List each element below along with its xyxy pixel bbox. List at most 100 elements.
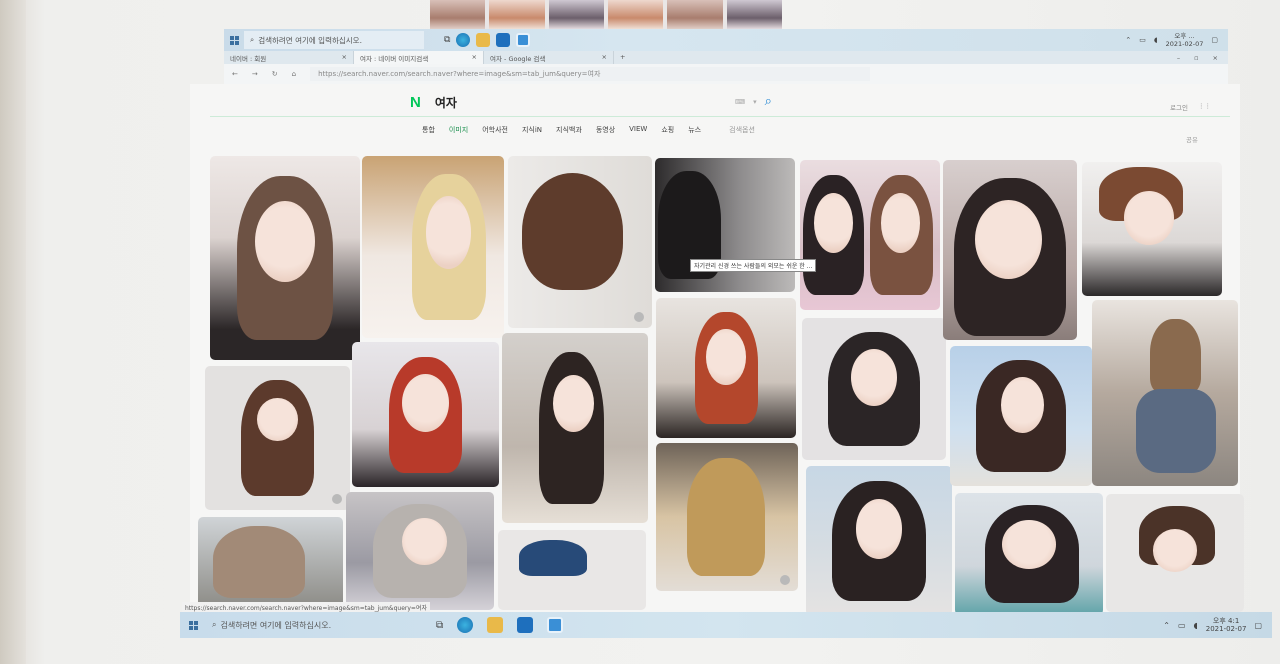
image-result[interactable]: [802, 318, 946, 460]
thumbnail-strip: [430, 0, 782, 30]
task-view-icon[interactable]: ⧉: [436, 620, 443, 631]
image-result[interactable]: [498, 530, 646, 610]
notification-icon[interactable]: ▢: [1211, 36, 1218, 44]
taskbar-top: ⌕ 검색하려면 여기에 입력하십시오. ⧉ ⌃ ▭ ◖ 오후 ... 2021-…: [224, 29, 1228, 51]
tab-dictionary[interactable]: 어학사전: [482, 125, 508, 135]
tab-encyclopedia[interactable]: 지식백과: [556, 125, 582, 135]
search-query-input[interactable]: 여자: [435, 94, 457, 111]
paper-edge: [0, 0, 26, 664]
tab-active[interactable]: 여자 : 네이버 이미지검색 ×: [354, 51, 484, 64]
task-view-icon[interactable]: ⧉: [444, 35, 450, 45]
tab[interactable]: 여자 - Google 검색 ×: [484, 51, 614, 64]
clock-time: 오후 ...: [1174, 32, 1195, 40]
taskbar-search[interactable]: ⌕ 검색하려면 여기에 입력하십시오.: [206, 616, 406, 634]
image-result[interactable]: [502, 333, 648, 523]
search-icon[interactable]: ⌕: [765, 94, 772, 109]
minimize-icon[interactable]: –: [1177, 54, 1180, 62]
keyboard-icon[interactable]: ⌨: [735, 98, 745, 106]
image-result[interactable]: [656, 298, 796, 438]
search-tools: ⌨ ▾ ⌕: [735, 94, 772, 109]
image-result[interactable]: [210, 156, 360, 360]
chevron-up-icon[interactable]: ⌃: [1125, 36, 1131, 44]
close-window-icon[interactable]: ×: [1213, 54, 1218, 62]
store-icon[interactable]: [516, 33, 531, 47]
mail-icon[interactable]: [517, 617, 534, 633]
tab-image[interactable]: 이미지: [449, 125, 468, 135]
system-tray: ⌃ ▭ ◖ 오후 4:1 2021-02-07 ▢: [1163, 617, 1272, 633]
thumb[interactable]: [430, 0, 486, 30]
naver-logo[interactable]: N: [410, 94, 421, 111]
network-icon[interactable]: ▭: [1139, 36, 1146, 44]
image-result[interactable]: [950, 346, 1092, 486]
thumb[interactable]: [667, 0, 723, 30]
home-icon[interactable]: ⌂: [292, 70, 296, 78]
mail-icon[interactable]: [496, 33, 511, 47]
notification-icon[interactable]: ▢: [1254, 621, 1262, 630]
image-result[interactable]: [1106, 494, 1244, 612]
image-result[interactable]: [1092, 300, 1238, 486]
volume-icon[interactable]: ◖: [1194, 621, 1198, 630]
edge-icon[interactable]: [457, 617, 474, 633]
new-tab-icon[interactable]: +: [614, 51, 631, 64]
file-explorer-icon[interactable]: [476, 33, 491, 47]
tab-label: 여자 - Google 검색: [490, 55, 546, 63]
maximize-icon[interactable]: ▫: [1194, 54, 1198, 62]
chevron-down-icon[interactable]: ▾: [753, 98, 757, 106]
windows-start-icon[interactable]: [224, 29, 244, 51]
file-explorer-icon[interactable]: [487, 617, 504, 633]
image-result[interactable]: [1082, 162, 1222, 296]
tab-label: 네이버 : 회원: [230, 55, 267, 63]
image-result[interactable]: [508, 156, 652, 328]
image-result[interactable]: [800, 160, 940, 310]
image-result[interactable]: [346, 492, 494, 610]
image-result[interactable]: [362, 156, 504, 338]
taskbar-search[interactable]: ⌕ 검색하려면 여기에 입력하십시오.: [244, 31, 424, 49]
image-result[interactable]: [656, 443, 798, 591]
image-result[interactable]: [943, 160, 1077, 340]
tab-news[interactable]: 뉴스: [688, 125, 701, 135]
image-result[interactable]: [806, 466, 952, 616]
tab-view[interactable]: VIEW: [629, 125, 647, 135]
share-link[interactable]: 공유: [1186, 134, 1198, 144]
tab[interactable]: 네이버 : 회원 ×: [224, 51, 354, 64]
thumb[interactable]: [489, 0, 545, 30]
chevron-up-icon[interactable]: ⌃: [1163, 621, 1170, 630]
refresh-icon[interactable]: ↻: [272, 70, 278, 78]
system-tray: ⌃ ▭ ◖ 오후 ... 2021-02-07 ▢: [1125, 32, 1228, 48]
back-icon[interactable]: ←: [232, 70, 238, 78]
image-result[interactable]: [352, 342, 499, 487]
clock[interactable]: 오후 ... 2021-02-07: [1166, 32, 1204, 48]
image-result[interactable]: [205, 366, 350, 510]
image-result[interactable]: [198, 517, 343, 607]
search-icon: ⌕: [250, 35, 255, 44]
thumb[interactable]: [548, 0, 604, 30]
network-icon[interactable]: ▭: [1178, 621, 1186, 630]
thumb[interactable]: [726, 0, 782, 30]
close-icon[interactable]: ×: [472, 53, 477, 62]
tab-shopping[interactable]: 쇼핑: [661, 125, 674, 135]
tab-kin[interactable]: 지식iN: [522, 125, 542, 135]
clock[interactable]: 오후 4:1 2021-02-07: [1206, 617, 1247, 633]
image-tooltip: 자기관리 신경 쓰는 사람들의 외모는 쉬운 한 ...: [690, 259, 817, 272]
volume-icon[interactable]: ◖: [1154, 36, 1158, 44]
thumb[interactable]: [607, 0, 664, 30]
login-link[interactable]: 로그인: [1170, 102, 1188, 112]
close-icon[interactable]: ×: [342, 53, 347, 62]
url-field[interactable]: https://search.naver.com/search.naver?wh…: [310, 67, 871, 81]
windows-start-icon[interactable]: [180, 614, 206, 636]
image-result[interactable]: [955, 493, 1103, 615]
lens-icon[interactable]: [780, 575, 790, 585]
close-icon[interactable]: ×: [602, 53, 607, 62]
store-icon[interactable]: [547, 617, 564, 633]
tab-integrated[interactable]: 통합: [422, 125, 435, 135]
search-options[interactable]: 검색옵션: [729, 125, 755, 135]
edge-icon[interactable]: [456, 33, 471, 47]
search-icon: ⌕: [212, 620, 217, 629]
taskbar-search-label: 검색하려면 여기에 입력하십시오.: [258, 35, 362, 45]
tab-video[interactable]: 동영상: [596, 125, 615, 135]
apps-grid-icon[interactable]: ⋮⋮: [1198, 102, 1211, 112]
browser-tab-bar: 네이버 : 회원 × 여자 : 네이버 이미지검색 × 여자 - Google 검색…: [224, 51, 1228, 64]
lens-icon[interactable]: [634, 312, 644, 322]
forward-icon[interactable]: →: [252, 70, 258, 78]
lens-icon[interactable]: [332, 494, 342, 504]
